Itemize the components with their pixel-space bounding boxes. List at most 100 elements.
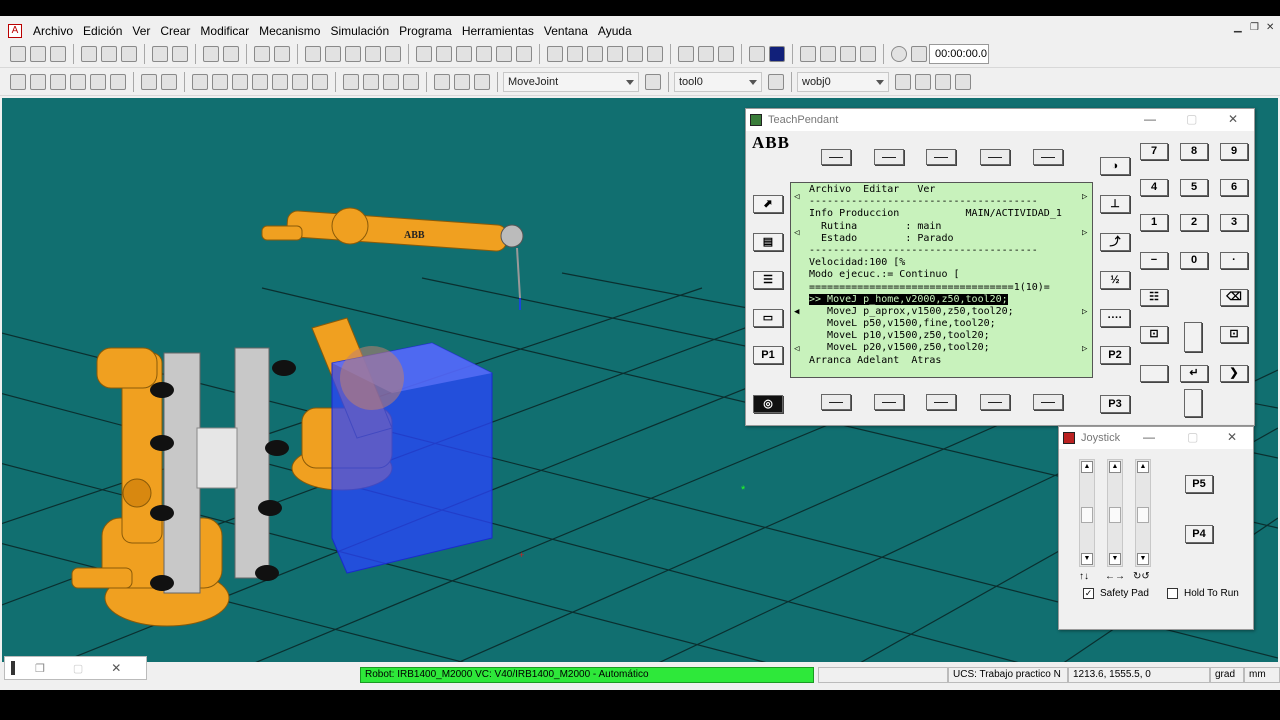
restore-icon[interactable]: ❐ xyxy=(1250,22,1259,33)
top-softkey-1[interactable] xyxy=(821,149,851,165)
wobj-settings-icon[interactable] xyxy=(895,73,911,90)
measure-diameter-icon[interactable] xyxy=(383,73,399,90)
arrow-up-key[interactable] xyxy=(1184,322,1202,352)
bottom-softkey-3[interactable] xyxy=(926,394,956,410)
backspace-icon[interactable]: ⌫ xyxy=(1220,289,1248,306)
top-softkey-2[interactable] xyxy=(874,149,904,165)
safety-pad-checkbox[interactable]: ✓ Safety Pad xyxy=(1083,588,1149,599)
reset-icon[interactable] xyxy=(911,45,927,62)
grid-settings-icon[interactable] xyxy=(935,73,951,90)
snap-center-icon[interactable] xyxy=(252,73,268,90)
wobj-select[interactable]: wobj0 xyxy=(797,71,889,92)
arrow-down-icon[interactable]: ▼ xyxy=(1109,553,1121,565)
inputs-outputs-button[interactable]: ☰ xyxy=(753,271,783,289)
p1-button[interactable]: P1 xyxy=(753,346,783,364)
p4-button[interactable]: P4 xyxy=(1185,525,1213,543)
instruction-settings-icon[interactable] xyxy=(645,73,661,90)
paste-icon[interactable] xyxy=(121,45,137,62)
arrow-up-icon[interactable]: ▲ xyxy=(1109,461,1121,473)
arrow-down-icon[interactable]: ▼ xyxy=(1137,553,1149,565)
numpad-dot[interactable]: · xyxy=(1220,252,1248,269)
select-mechanism-icon[interactable] xyxy=(110,73,126,90)
close-icon[interactable]: ✕ xyxy=(1266,22,1274,33)
arrow-down-key[interactable] xyxy=(1184,389,1202,417)
bottom-softkey-4[interactable] xyxy=(980,394,1010,410)
select-part-icon[interactable] xyxy=(70,73,86,90)
menu-edicion[interactable]: Edición xyxy=(78,24,127,38)
menu-modificar[interactable]: Modificar xyxy=(195,24,254,38)
menu-dots-button[interactable]: ···· xyxy=(1100,309,1130,327)
numpad-1[interactable]: 1 xyxy=(1140,214,1168,231)
tool-settings-icon[interactable] xyxy=(768,73,784,90)
numpad-0[interactable]: 0 xyxy=(1180,252,1208,269)
move-type-select[interactable]: MoveJoint xyxy=(503,71,639,92)
freehand-icon[interactable] xyxy=(587,45,603,62)
slider-thumb[interactable] xyxy=(1081,507,1093,523)
view-fit-icon[interactable] xyxy=(305,45,321,62)
view-iso-icon[interactable] xyxy=(385,45,401,62)
snap-end-icon[interactable] xyxy=(292,73,308,90)
numpad-5[interactable]: 5 xyxy=(1180,179,1208,196)
top-softkey-4[interactable] xyxy=(980,149,1010,165)
bottom-softkey-1[interactable] xyxy=(821,394,851,410)
next-page-icon[interactable]: ⊡ xyxy=(1220,326,1248,343)
snap-midpoint-icon[interactable] xyxy=(272,73,288,90)
view-front-icon[interactable] xyxy=(345,45,361,62)
sphere-icon[interactable] xyxy=(496,45,512,62)
zoom-out-icon[interactable] xyxy=(274,45,290,62)
arrow-down-icon[interactable]: ▼ xyxy=(1081,553,1093,565)
p5-button[interactable]: P5 xyxy=(1185,475,1213,493)
program-line[interactable]: MoveJ p_aprox,v1500,z50,tool20; xyxy=(809,306,1092,318)
select-entity-icon[interactable] xyxy=(50,73,66,90)
numpad-7[interactable]: 7 xyxy=(1140,143,1168,160)
box-icon[interactable] xyxy=(416,45,432,62)
menu-ver[interactable]: Ver xyxy=(127,24,155,38)
move-icon[interactable] xyxy=(567,45,583,62)
arrow-up-icon[interactable]: ▲ xyxy=(1081,461,1093,473)
save-icon[interactable] xyxy=(50,45,66,62)
program-line[interactable]: MoveL p10,v1500,z50,tool20; xyxy=(809,330,1092,342)
numpad-minus[interactable]: − xyxy=(1140,252,1168,269)
measure-min-icon[interactable] xyxy=(403,73,419,90)
p2-button[interactable]: P2 xyxy=(1100,346,1130,364)
current-instruction[interactable]: >> MoveJ p_home,v2000,z50,tool20; xyxy=(809,293,1008,305)
menu-ayuda[interactable]: Ayuda xyxy=(593,24,637,38)
minimize-icon[interactable]: — xyxy=(1144,112,1156,126)
detach-icon[interactable] xyxy=(698,45,714,62)
menu-mecanismo[interactable]: Mecanismo xyxy=(254,24,325,38)
program-line[interactable]: MoveL p20,v1500,z50,tool20; xyxy=(809,342,1092,354)
enter-icon[interactable]: ↵ xyxy=(1180,365,1208,382)
undo-icon[interactable] xyxy=(152,45,168,62)
select-target-icon[interactable] xyxy=(161,73,177,90)
motion-unit-button[interactable]: ⊥ xyxy=(1100,195,1130,213)
grid-icon[interactable] xyxy=(915,73,931,90)
help-cursor-icon[interactable] xyxy=(223,45,239,62)
select-frame-icon[interactable] xyxy=(141,73,157,90)
arrow-up-icon[interactable]: ▲ xyxy=(1137,461,1149,473)
hold-to-run-checkbox[interactable]: Hold To Run xyxy=(1167,588,1239,599)
torus-icon[interactable] xyxy=(516,45,532,62)
frame-icon[interactable] xyxy=(647,45,663,62)
top-softkey-3[interactable] xyxy=(926,149,956,165)
menu-ventana[interactable]: Ventana xyxy=(539,24,593,38)
open-icon[interactable] xyxy=(30,45,46,62)
menu-crear[interactable]: Crear xyxy=(155,24,195,38)
motion-type-button[interactable]: ⤴ xyxy=(1100,233,1130,251)
cylinder-icon[interactable] xyxy=(456,45,472,62)
joystick-axis-2-slider[interactable]: ▲ ▼ xyxy=(1107,459,1123,567)
select-group-icon[interactable] xyxy=(90,73,106,90)
numpad-9[interactable]: 9 xyxy=(1220,143,1248,160)
select-surface-icon[interactable] xyxy=(30,73,46,90)
view-side-icon[interactable] xyxy=(365,45,381,62)
top-softkey-5[interactable] xyxy=(1033,149,1063,165)
arrow-left-key[interactable] xyxy=(1140,365,1168,382)
pyramid-icon[interactable] xyxy=(476,45,492,62)
joystick-axis-3-slider[interactable]: ▲ ▼ xyxy=(1135,459,1151,567)
stop-icon[interactable] xyxy=(769,45,785,62)
snap-object-icon[interactable] xyxy=(212,73,228,90)
select-curve-icon[interactable] xyxy=(10,73,26,90)
close-icon[interactable]: ✕ xyxy=(1228,112,1238,126)
list-icon[interactable]: ☷ xyxy=(1140,289,1168,306)
emergency-stop-button[interactable]: ◎ xyxy=(753,395,783,413)
numpad-3[interactable]: 3 xyxy=(1220,214,1248,231)
